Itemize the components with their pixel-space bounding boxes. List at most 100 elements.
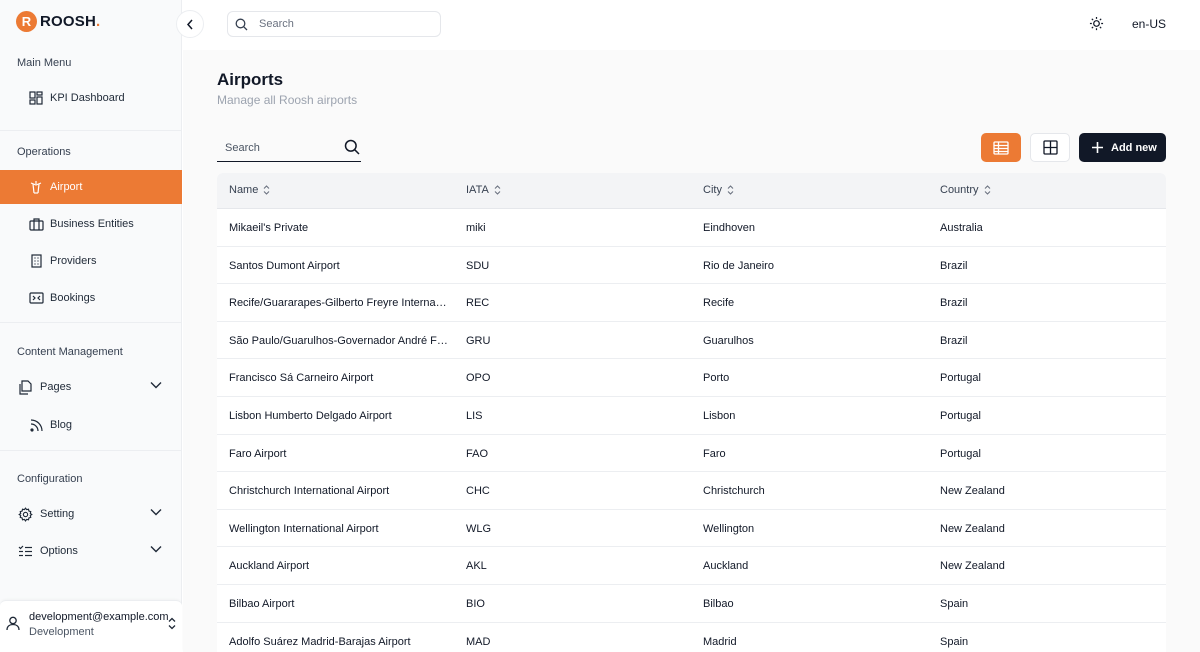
cell-name: Francisco Sá Carneiro Airport [229,372,374,385]
pages-icon [17,379,33,395]
cell-iata: LIS [466,409,483,422]
sidebar: R ROOSH. Main Menu KPI Dashboard Operati… [0,0,182,652]
cell-name: Faro Airport [229,447,287,460]
cell-country: Spain [940,635,969,648]
column-label: City [703,184,722,196]
cell-name: Lisbon Humberto Delgado Airport [229,409,392,422]
chevron-left-icon [186,19,194,30]
sort-icon [984,185,991,195]
sidebar-item-providers[interactable]: Providers [0,244,182,278]
sidebar-divider [0,322,182,323]
sidebar-item-setting[interactable]: Setting [0,497,182,531]
cell-iata: BIO [466,597,485,610]
sidebar-item-kpi-dashboard[interactable]: KPI Dashboard [0,81,182,115]
sidebar-item-label: Setting [40,508,75,520]
cell-country: Brazil [940,259,968,272]
cell-name: Wellington International Airport [229,522,379,535]
sidebar-item-label: Blog [50,419,73,431]
table-row[interactable]: Faro Airport FAO Faro Portugal [217,434,1166,473]
cell-country: Australia [940,222,983,234]
table-search-input[interactable] [225,141,335,154]
column-label: IATA [466,184,489,196]
cell-name: São Paulo/Guarulhos-Governador André Fra… [229,334,449,347]
sidebar-item-label: Business Entities [50,218,134,230]
sort-icon [727,185,734,195]
global-search[interactable] [227,11,441,37]
user-role: Development [29,626,94,638]
building-icon [28,253,44,269]
sidebar-item-airport[interactable]: Airport [0,170,182,204]
table-row[interactable]: Bilbao Airport BIO Bilbao Spain [217,584,1166,623]
sort-icon [263,185,270,195]
cell-iata: SDU [466,259,490,272]
table-row[interactable]: Christchurch International Airport CHC Chr… [217,472,1166,510]
cell-city: Eindhoven [703,222,755,234]
table-row[interactable]: São Paulo/Guarulhos-Governador André Fra… [217,321,1166,360]
sidebar-item-label: KPI Dashboard [50,92,125,104]
table-row[interactable]: Francisco Sá Carneiro Airport OPO Porto Por… [217,359,1166,397]
global-search-input[interactable] [259,18,429,30]
table-header: Name IATA City Country [217,173,1166,209]
cell-name: Auckland Airport [229,560,310,573]
chevron-down-icon [150,380,162,392]
cell-name: Recife/Guararapes-Gilberto Freyre Intern… [229,297,449,310]
cell-city: Wellington [703,522,755,535]
add-new-label: Add new [1111,141,1157,154]
table-icon [993,140,1009,155]
table-row[interactable]: Mikaeil's Private miki Eindhoven Australia [217,209,1166,247]
column-header-name[interactable]: Name [229,184,449,196]
table-row[interactable]: Lisbon Humberto Delgado Airport LIS Lisbon… [217,396,1166,435]
cell-country: Portugal [940,372,981,385]
cell-iata: GRU [466,334,491,347]
column-header-country[interactable]: Country [940,184,1140,196]
table-row[interactable]: Recife/Guararapes-Gilberto Freyre Intern… [217,284,1166,322]
cell-name: Bilbao Airport [229,597,295,610]
sidebar-item-bookings[interactable]: Bookings [0,281,182,315]
cell-country: Spain [940,597,969,610]
sidebar-item-business-entities[interactable]: Business Entities [0,207,182,241]
page-subtitle: Manage all Roosh airports [217,93,358,107]
cell-iata: miki [466,222,486,234]
cell-iata: REC [466,297,490,310]
sidebar-item-options[interactable]: Options [0,534,182,568]
sort-icon [494,185,501,195]
table-row[interactable]: Auckland Airport AKL Auckland New Zealand [217,547,1166,585]
table-view-button[interactable] [981,133,1021,162]
cell-name: Mikaeil's Private [229,222,309,234]
cell-city: Porto [703,372,730,385]
logo-text: ROOSH [40,13,97,30]
gear-icon [17,506,33,522]
search-icon[interactable] [344,139,360,155]
user-menu[interactable]: development@example.com Development [0,600,182,652]
sidebar-item-label: Pages [40,381,72,393]
plus-icon [1091,141,1104,154]
ticket-icon [28,290,44,306]
main-content: Airports Manage all Roosh airports Add n… [183,50,1200,652]
table-search[interactable] [217,134,361,162]
theme-toggle-button[interactable] [1089,16,1104,31]
grid-view-button[interactable] [1030,133,1070,162]
cell-country: Brazil [940,334,968,347]
column-header-city[interactable]: City [703,184,903,196]
cell-city: Lisbon [703,409,736,422]
table-row[interactable]: Wellington International Airport WLG Welli… [217,509,1166,548]
column-header-iata[interactable]: IATA [466,184,666,196]
cell-country: New Zealand [940,522,1005,535]
add-new-button[interactable]: Add new [1079,133,1166,162]
table-row[interactable]: Adolfo Suárez Madrid-Barajas Airport MAD M… [217,622,1166,652]
topbar: en-US [183,0,1200,50]
sidebar-item-pages[interactable]: Pages [0,370,182,404]
cell-city: Guarulhos [703,334,754,347]
cell-city: Madrid [703,635,737,648]
roosh-logo[interactable]: R ROOSH. [16,11,100,32]
briefcase-icon [28,216,44,232]
sidebar-divider [0,450,182,451]
cell-city: Recife [703,297,735,310]
cell-country: Portugal [940,409,981,422]
sidebar-item-blog[interactable]: Blog [0,408,182,442]
checklist-icon [17,543,33,559]
language-selector[interactable]: en-US [1132,17,1166,31]
table-row[interactable]: Santos Dumont Airport SDU Rio de Janeiro Br… [217,246,1166,285]
collapse-sidebar-button[interactable] [176,10,204,38]
cell-iata: WLG [466,522,492,535]
